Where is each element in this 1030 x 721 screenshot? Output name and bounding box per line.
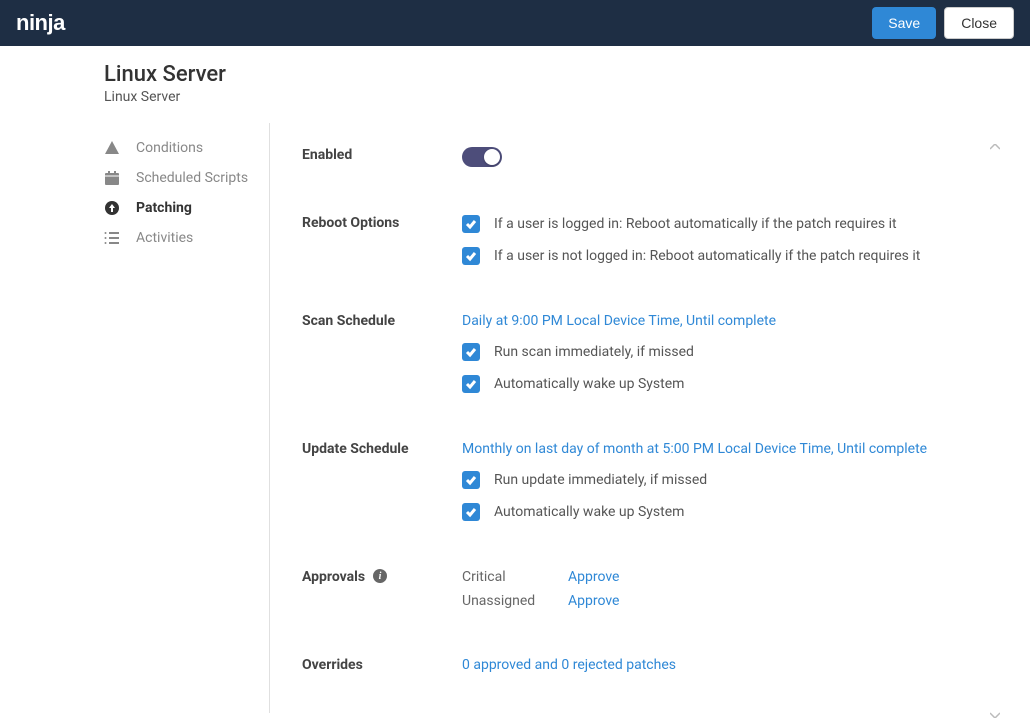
overrides-link[interactable]: 0 approved and 0 rejected patches bbox=[462, 657, 676, 673]
sidebar-item-label: Scheduled Scripts bbox=[136, 170, 248, 186]
update-option-row: Automatically wake up System bbox=[462, 503, 992, 521]
logo-text: ninja bbox=[16, 10, 65, 36]
approval-name-unassigned: Unassigned bbox=[462, 593, 568, 609]
section-label-approvals: Approvals i bbox=[302, 569, 462, 609]
sidebar-item-label: Patching bbox=[136, 200, 192, 216]
update-immediate-label: Run update immediately, if missed bbox=[494, 472, 707, 488]
approval-row: Critical Approve bbox=[462, 569, 992, 585]
content-wrap: Conditions Scheduled Scripts Patching Ac… bbox=[0, 123, 1030, 713]
close-button[interactable]: Close bbox=[944, 7, 1014, 39]
scan-wake-label: Automatically wake up System bbox=[494, 376, 684, 392]
page-subtitle: Linux Server bbox=[104, 89, 1030, 105]
section-content-reboot: If a user is logged in: Reboot automatic… bbox=[462, 215, 992, 265]
approval-action-critical[interactable]: Approve bbox=[568, 569, 619, 585]
update-schedule-link[interactable]: Monthly on last day of month at 5:00 PM … bbox=[462, 441, 992, 457]
header-buttons: Save Close bbox=[872, 7, 1014, 39]
chevron-up-icon[interactable] bbox=[990, 139, 1000, 153]
sidebar-item-patching[interactable]: Patching bbox=[104, 193, 269, 223]
info-icon[interactable]: i bbox=[373, 569, 387, 583]
section-reboot: Reboot Options If a user is logged in: R… bbox=[302, 215, 992, 265]
warning-icon bbox=[104, 140, 120, 156]
scan-option-row: Run scan immediately, if missed bbox=[462, 343, 992, 361]
list-icon bbox=[104, 230, 120, 246]
page-title-area: Linux Server Linux Server bbox=[0, 46, 1030, 123]
section-enabled: Enabled bbox=[302, 147, 992, 167]
reboot-not-logged-in-label: If a user is not logged in: Reboot autom… bbox=[494, 248, 920, 264]
section-content-scan: Daily at 9:00 PM Local Device Time, Unti… bbox=[462, 313, 992, 393]
approval-name-critical: Critical bbox=[462, 569, 568, 585]
update-wake-checkbox[interactable] bbox=[462, 503, 480, 521]
sidebar: Conditions Scheduled Scripts Patching Ac… bbox=[104, 123, 270, 713]
reboot-not-logged-in-checkbox[interactable] bbox=[462, 247, 480, 265]
page-title: Linux Server bbox=[104, 62, 1030, 87]
save-button[interactable]: Save bbox=[872, 7, 936, 39]
section-content-overrides: 0 approved and 0 rejected patches bbox=[462, 657, 992, 673]
approval-action-unassigned[interactable]: Approve bbox=[568, 593, 619, 609]
approvals-label-text: Approvals bbox=[302, 569, 365, 585]
scan-wake-checkbox[interactable] bbox=[462, 375, 480, 393]
sidebar-item-scheduled-scripts[interactable]: Scheduled Scripts bbox=[104, 163, 269, 193]
section-update: Update Schedule Monthly on last day of m… bbox=[302, 441, 992, 521]
scan-schedule-link[interactable]: Daily at 9:00 PM Local Device Time, Unti… bbox=[462, 313, 992, 329]
sidebar-item-label: Conditions bbox=[136, 140, 203, 156]
update-wake-label: Automatically wake up System bbox=[494, 504, 684, 520]
chevron-down-icon[interactable] bbox=[990, 707, 1000, 721]
app-header: ninja Save Close bbox=[0, 0, 1030, 46]
section-label-reboot: Reboot Options bbox=[302, 215, 462, 265]
sidebar-item-activities[interactable]: Activities bbox=[104, 223, 269, 253]
scan-option-row: Automatically wake up System bbox=[462, 375, 992, 393]
section-label-scan: Scan Schedule bbox=[302, 313, 462, 393]
main-panel: Enabled Reboot Options If a user is logg… bbox=[270, 123, 1000, 713]
calendar-icon bbox=[104, 170, 120, 186]
section-content-enabled bbox=[462, 147, 992, 167]
update-immediate-checkbox[interactable] bbox=[462, 471, 480, 489]
scan-immediate-label: Run scan immediately, if missed bbox=[494, 344, 694, 360]
arrow-up-circle-icon bbox=[104, 200, 120, 216]
section-approvals: Approvals i Critical Approve Unassigned … bbox=[302, 569, 992, 609]
reboot-option-row: If a user is logged in: Reboot automatic… bbox=[462, 215, 992, 233]
section-label-overrides: Overrides bbox=[302, 657, 462, 673]
reboot-logged-in-checkbox[interactable] bbox=[462, 215, 480, 233]
section-label-enabled: Enabled bbox=[302, 147, 462, 167]
logo: ninja bbox=[16, 10, 65, 36]
approval-row: Unassigned Approve bbox=[462, 593, 992, 609]
section-label-update: Update Schedule bbox=[302, 441, 462, 521]
sidebar-item-conditions[interactable]: Conditions bbox=[104, 133, 269, 163]
enabled-toggle[interactable] bbox=[462, 147, 502, 167]
section-overrides: Overrides 0 approved and 0 rejected patc… bbox=[302, 657, 992, 673]
update-option-row: Run update immediately, if missed bbox=[462, 471, 992, 489]
scan-immediate-checkbox[interactable] bbox=[462, 343, 480, 361]
sidebar-item-label: Activities bbox=[136, 230, 193, 246]
section-content-approvals: Critical Approve Unassigned Approve bbox=[462, 569, 992, 609]
section-scan: Scan Schedule Daily at 9:00 PM Local Dev… bbox=[302, 313, 992, 393]
section-content-update: Monthly on last day of month at 5:00 PM … bbox=[462, 441, 992, 521]
reboot-option-row: If a user is not logged in: Reboot autom… bbox=[462, 247, 992, 265]
reboot-logged-in-label: If a user is logged in: Reboot automatic… bbox=[494, 216, 897, 232]
